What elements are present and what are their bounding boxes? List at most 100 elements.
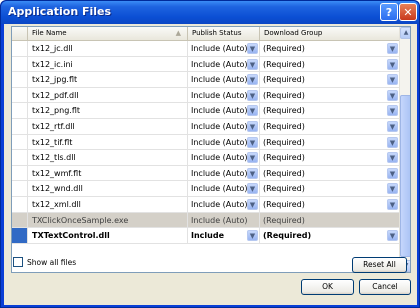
download-group-dropdown[interactable]: (Required) ▼ — [260, 166, 399, 181]
file-row[interactable]: tx12_wnd.dll Include (Auto) ▼ (Required) ▼ — [12, 181, 399, 197]
row-selector[interactable] — [12, 181, 28, 197]
scroll-up-button[interactable]: ▲ — [400, 27, 410, 39]
column-header-file-name[interactable]: File Name ▲ — [28, 27, 188, 41]
file-name-cell[interactable]: tx12_jpg.flt — [28, 72, 188, 88]
publish-status-dropdown[interactable]: Include (Auto) ▼ — [188, 150, 260, 166]
publish-status-dropdown[interactable]: Include (Auto) ▼ — [188, 41, 260, 56]
row-selector[interactable] — [12, 41, 28, 56]
scroll-thumb[interactable] — [400, 95, 410, 257]
column-header-download-group[interactable]: Download Group — [260, 27, 399, 41]
download-group-dropdown[interactable]: (Required) ▼ — [260, 181, 399, 196]
file-row[interactable]: TXTextControl.dll Include ▼ (Required) ▼ — [12, 228, 399, 244]
publish-status-dropdown[interactable]: Include (Auto) ▼ — [188, 103, 260, 119]
chevron-down-icon[interactable]: ▼ — [387, 167, 398, 179]
file-row[interactable]: tx12_rtf.dll Include (Auto) ▼ (Required) ▼ — [12, 118, 399, 135]
chevron-down-icon[interactable]: ▼ — [247, 152, 258, 164]
publish-status-dropdown[interactable]: Include ▼ — [188, 228, 260, 244]
download-group-dropdown[interactable]: (Required) — [260, 213, 399, 228]
row-selector[interactable] — [12, 103, 28, 119]
chevron-down-icon[interactable]: ▼ — [247, 183, 258, 195]
chevron-down-icon[interactable]: ▼ — [387, 198, 398, 210]
row-selector[interactable] — [12, 165, 28, 181]
file-name-cell[interactable]: tx12_tif.flt — [28, 134, 188, 150]
chevron-down-icon[interactable]: ▼ — [387, 105, 398, 117]
chevron-down-icon[interactable]: ▼ — [387, 183, 398, 195]
row-selector[interactable] — [12, 212, 28, 228]
row-selector[interactable] — [12, 72, 28, 88]
file-row[interactable]: tx12_xml.dll Include (Auto) ▼ (Required) ▼ — [12, 196, 399, 213]
file-row[interactable]: tx12_pdf.dll Include (Auto) ▼ (Required) ▼ — [12, 87, 399, 104]
download-group-dropdown[interactable]: (Required) ▼ — [260, 150, 399, 165]
chevron-down-icon[interactable]: ▼ — [387, 58, 398, 70]
file-row[interactable]: tx12_tif.flt Include (Auto) ▼ (Required) ▼ — [12, 134, 399, 151]
publish-status-dropdown[interactable]: Include (Auto) — [188, 212, 260, 228]
publish-status-dropdown[interactable]: Include (Auto) ▼ — [188, 56, 260, 72]
chevron-down-icon[interactable]: ▼ — [247, 120, 258, 132]
show-all-files-option[interactable]: Show all files — [13, 257, 76, 267]
file-row[interactable]: tx12_png.flt Include (Auto) ▼ (Required) ▼ — [12, 103, 399, 119]
column-header-publish-status[interactable]: Publish Status — [188, 27, 260, 41]
chevron-down-icon[interactable]: ▼ — [387, 152, 398, 164]
publish-status-dropdown[interactable]: Include (Auto) ▼ — [188, 87, 260, 103]
row-selector[interactable] — [12, 196, 28, 212]
show-all-files-label[interactable]: Show all files — [27, 258, 76, 267]
download-group-dropdown[interactable]: (Required) ▼ — [260, 103, 399, 118]
download-group-dropdown[interactable]: (Required) ▼ — [260, 72, 399, 87]
file-name-cell[interactable]: TXTextControl.dll — [28, 228, 188, 244]
download-group-dropdown[interactable]: (Required) ▼ — [260, 119, 399, 134]
download-group-dropdown[interactable]: (Required) ▼ — [260, 88, 399, 103]
file-name-cell[interactable]: tx12_pdf.dll — [28, 87, 188, 103]
help-button[interactable]: ? — [380, 3, 398, 21]
file-name-cell[interactable]: tx12_jc.dll — [28, 41, 188, 56]
file-row[interactable]: tx12_jc.dll Include (Auto) ▼ (Required) ▼ — [12, 41, 399, 57]
download-group-dropdown[interactable]: (Required) ▼ — [260, 135, 399, 150]
chevron-down-icon[interactable]: ▼ — [247, 58, 258, 70]
file-row[interactable]: tx12_jpg.flt Include (Auto) ▼ (Required) ▼ — [12, 72, 399, 88]
download-group-dropdown[interactable]: (Required) ▼ — [260, 197, 399, 212]
publish-status-dropdown[interactable]: Include (Auto) ▼ — [188, 165, 260, 181]
ok-button[interactable]: OK — [301, 279, 354, 295]
chevron-down-icon[interactable]: ▼ — [387, 43, 398, 54]
chevron-down-icon[interactable]: ▼ — [247, 43, 258, 54]
download-group-dropdown[interactable]: (Required) ▼ — [260, 57, 399, 72]
row-selector[interactable] — [12, 150, 28, 166]
file-name-cell[interactable]: tx12_rtf.dll — [28, 118, 188, 134]
publish-status-dropdown[interactable]: Include (Auto) ▼ — [188, 118, 260, 134]
file-name-cell[interactable]: tx12_wmf.flt — [28, 165, 188, 181]
close-button[interactable]: ✕ — [399, 3, 417, 21]
chevron-down-icon[interactable]: ▼ — [247, 136, 258, 148]
file-row[interactable]: tx12_tls.dll Include (Auto) ▼ (Required) ▼ — [12, 150, 399, 166]
file-row[interactable]: tx12_ic.ini Include (Auto) ▼ (Required) ▼ — [12, 56, 399, 73]
file-name-cell[interactable]: tx12_ic.ini — [28, 56, 188, 72]
chevron-down-icon[interactable]: ▼ — [387, 89, 398, 101]
publish-status-dropdown[interactable]: Include (Auto) ▼ — [188, 72, 260, 88]
file-name-cell[interactable]: tx12_png.flt — [28, 103, 188, 119]
file-name-cell[interactable]: tx12_xml.dll — [28, 196, 188, 212]
file-name-cell[interactable]: TXClickOnceSample.exe — [28, 212, 188, 228]
file-name-cell[interactable]: tx12_tls.dll — [28, 150, 188, 166]
download-group-dropdown[interactable]: (Required) ▼ — [260, 41, 399, 56]
download-group-dropdown[interactable]: (Required) ▼ — [260, 228, 399, 243]
publish-status-dropdown[interactable]: Include (Auto) ▼ — [188, 134, 260, 150]
chevron-down-icon[interactable]: ▼ — [247, 74, 258, 86]
file-row[interactable]: tx12_wmf.flt Include (Auto) ▼ (Required) ▼ — [12, 165, 399, 182]
cancel-button[interactable]: Cancel — [359, 279, 411, 295]
chevron-down-icon[interactable]: ▼ — [247, 230, 258, 242]
chevron-down-icon[interactable]: ▼ — [387, 136, 398, 148]
chevron-down-icon[interactable]: ▼ — [387, 120, 398, 132]
chevron-down-icon[interactable]: ▼ — [247, 89, 258, 101]
row-selector[interactable] — [12, 134, 28, 150]
chevron-down-icon[interactable]: ▼ — [247, 105, 258, 117]
publish-status-dropdown[interactable]: Include (Auto) ▼ — [188, 196, 260, 212]
publish-status-dropdown[interactable]: Include (Auto) ▼ — [188, 181, 260, 197]
file-row[interactable]: TXClickOnceSample.exe Include (Auto) (Requ… — [12, 212, 399, 229]
reset-all-button[interactable]: Reset All — [352, 257, 407, 273]
chevron-down-icon[interactable]: ▼ — [387, 74, 398, 86]
show-all-files-checkbox[interactable] — [13, 257, 23, 267]
vertical-scrollbar[interactable]: ▲ ▼ — [399, 27, 410, 272]
chevron-down-icon[interactable]: ▼ — [247, 167, 258, 179]
row-selector[interactable] — [12, 56, 28, 72]
title-bar[interactable]: Application Files ? ✕ — [1, 1, 419, 24]
row-selector[interactable] — [12, 118, 28, 134]
row-selector[interactable] — [12, 228, 28, 244]
